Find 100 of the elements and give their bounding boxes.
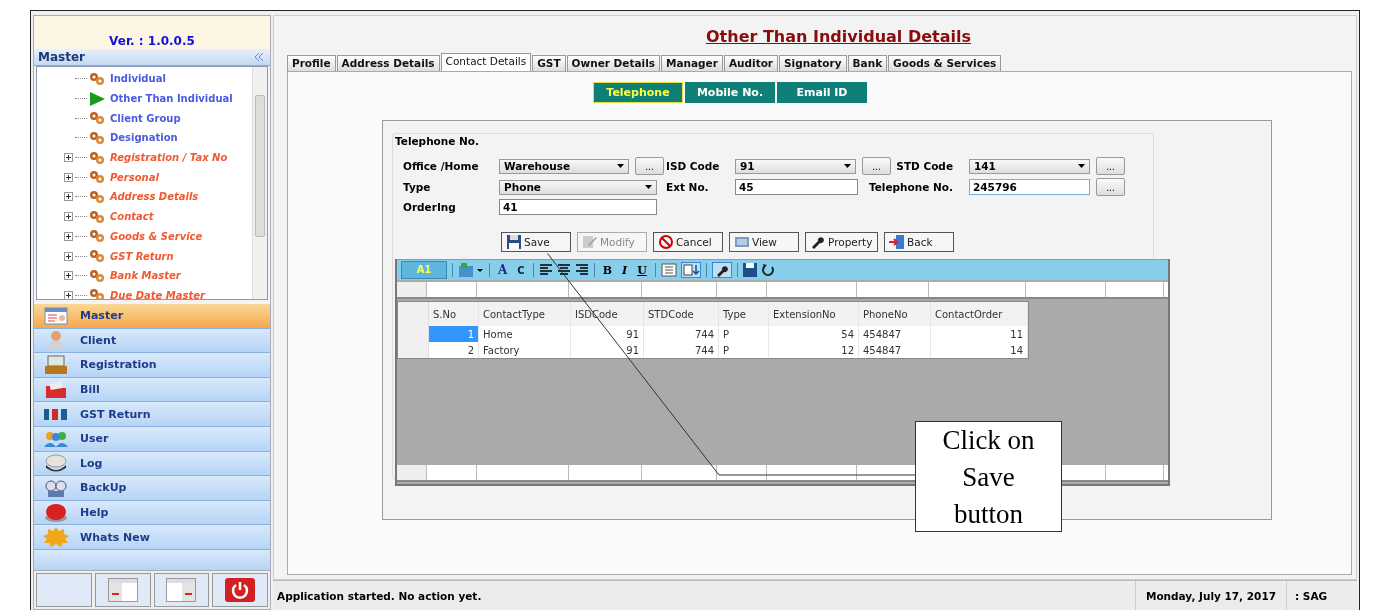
table-cell: Factory	[479, 342, 571, 358]
nav-item[interactable]: Help	[34, 500, 270, 526]
expand-icon[interactable]	[64, 153, 73, 163]
table-cell: 91	[571, 342, 644, 358]
browse-button[interactable]: ...	[1096, 157, 1125, 175]
column-header[interactable]: ContactOrder	[931, 302, 1028, 326]
tree-item[interactable]: Client Group	[110, 112, 181, 124]
expand-icon[interactable]	[64, 231, 73, 241]
expand-icon[interactable]	[64, 290, 73, 299]
chart-icon[interactable]	[458, 263, 484, 277]
status-date: Monday, July 17, 2017	[1134, 581, 1286, 610]
tree-item[interactable]: Designation	[110, 132, 178, 144]
column-header[interactable]: ContactType	[479, 302, 571, 326]
browse-button[interactable]: ...	[635, 157, 664, 175]
tab[interactable]: Mobile No.	[685, 82, 775, 103]
nav-item[interactable]: BackUp	[34, 476, 270, 501]
nav-item[interactable]: Whats New	[34, 525, 270, 550]
table-cell: 14	[931, 342, 1028, 358]
action-button[interactable]: Cancel	[653, 232, 723, 252]
dropdown[interactable]: 91	[735, 158, 856, 174]
layout-button[interactable]	[153, 573, 210, 607]
field-label: Type	[403, 181, 432, 193]
action-button[interactable]: Property	[805, 232, 878, 252]
expand-icon[interactable]	[64, 271, 73, 281]
format-button[interactable]: I	[618, 263, 631, 277]
tab[interactable]: Owner Details	[566, 55, 660, 71]
wrench-icon[interactable]	[711, 262, 732, 278]
table-cell: P	[719, 342, 769, 358]
field-label: OrderIng	[403, 201, 457, 213]
input-field[interactable]: 41	[499, 199, 657, 215]
format-button[interactable]: B	[599, 263, 615, 277]
nav-item[interactable]: Log	[34, 451, 270, 477]
table-cell: 2	[429, 342, 479, 358]
nav-item[interactable]: Master	[34, 304, 270, 329]
tab[interactable]: Bank	[847, 55, 888, 71]
dropdown[interactable]: Warehouse	[499, 158, 629, 174]
tab[interactable]: Contact Details	[440, 53, 532, 71]
column-header[interactable]: Type	[719, 302, 769, 326]
dropdown[interactable]: 141	[969, 158, 1090, 174]
action-button[interactable]: Back	[884, 232, 954, 252]
action-button[interactable]: Save	[501, 232, 571, 252]
font-button[interactable]: A	[495, 263, 511, 277]
expand-icon[interactable]	[64, 212, 73, 222]
nav-item[interactable]: Client	[34, 328, 270, 354]
align-icon[interactable]	[556, 264, 571, 276]
tab[interactable]: Manager	[661, 55, 723, 71]
dropdown[interactable]: Phone	[499, 179, 657, 195]
collapse-icon[interactable]	[254, 53, 264, 61]
align-icon[interactable]	[538, 264, 553, 276]
pencil-icon	[582, 235, 598, 249]
monitor-icon	[734, 235, 750, 249]
status-user: : SAG	[1286, 581, 1335, 610]
tab[interactable]: Signatory	[779, 55, 847, 71]
refresh-icon[interactable]	[760, 263, 775, 277]
tab[interactable]: Auditor	[723, 55, 779, 71]
expand-icon[interactable]	[64, 172, 73, 182]
power-icon	[225, 578, 256, 602]
browse-button[interactable]: ...	[1096, 178, 1125, 196]
column-header[interactable]: ExtensionNo	[769, 302, 859, 326]
column-header[interactable]: STDCode	[644, 302, 719, 326]
power-button[interactable]	[212, 573, 268, 607]
column-header[interactable]: ISDCode	[571, 302, 644, 326]
table-cell: 11	[931, 326, 1028, 342]
tab[interactable]: Goods & Services	[888, 55, 1002, 71]
column-header[interactable]: PhoneNo	[859, 302, 931, 326]
list-icon[interactable]	[660, 263, 677, 277]
layout-button[interactable]	[94, 573, 151, 607]
table-cell: 454847	[859, 342, 931, 358]
table-cell: 1	[429, 326, 479, 342]
nav-item[interactable]: Registration	[34, 353, 270, 378]
table-cell: Home	[479, 326, 571, 342]
nav-item[interactable]: User	[34, 426, 270, 452]
right-panel-icon	[166, 578, 197, 602]
field-label: Ext No.	[666, 181, 710, 193]
nav-item[interactable]: GST Return	[34, 402, 270, 427]
tree-item[interactable]: Other Than Individual	[110, 93, 233, 105]
expand-icon[interactable]	[64, 192, 73, 202]
tab[interactable]: Email ID	[777, 82, 867, 103]
tab[interactable]: Address Details	[336, 55, 440, 71]
field-label: Telephone No.	[868, 181, 953, 193]
help-button-icon	[42, 502, 70, 523]
form-icon	[42, 305, 70, 326]
format-button[interactable]: U	[634, 263, 650, 277]
align-icon[interactable]	[574, 264, 589, 276]
tab[interactable]: GST	[532, 55, 566, 71]
nav-item[interactable]: Bill	[34, 377, 270, 403]
callout-note: Click on Save button	[915, 421, 1062, 532]
input-field[interactable]: 245796	[969, 179, 1090, 195]
table-cell: 744	[644, 326, 719, 342]
expand-icon[interactable]	[64, 251, 73, 261]
tab[interactable]: Telephone	[593, 82, 683, 103]
font-button[interactable]: C	[514, 264, 528, 276]
tab[interactable]: Profile	[287, 55, 336, 71]
input-field[interactable]: 45	[735, 179, 858, 195]
field-label: Office /Home	[403, 160, 480, 172]
sort-icon[interactable]	[680, 262, 701, 278]
browse-button[interactable]: ...	[862, 157, 891, 175]
scrollbar[interactable]	[252, 67, 267, 299]
tree-item[interactable]: Individual	[110, 73, 166, 85]
action-button[interactable]: View	[729, 232, 799, 252]
